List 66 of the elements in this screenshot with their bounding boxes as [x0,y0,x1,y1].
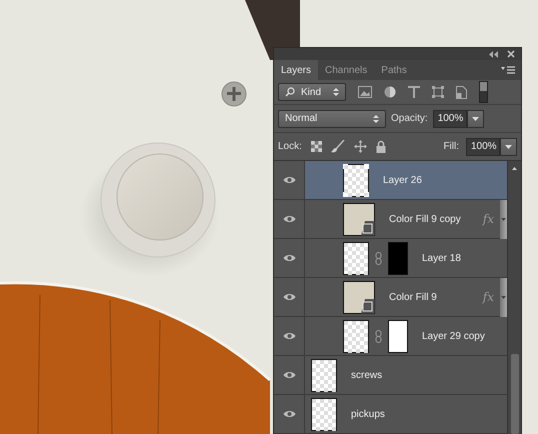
caret-icon [501,296,506,298]
layer-name: Color Fill 9 copy [389,214,461,224]
panel-tab[interactable]: Layers [274,60,318,80]
padlock-icon[interactable] [376,140,386,153]
updown-icon [373,114,379,124]
link-icon[interactable] [375,252,382,264]
menu-icon[interactable] [501,66,515,74]
layer-row[interactable]: screws [274,356,507,395]
layer-name: screws [351,370,382,380]
caret-icon [472,116,479,120]
smart-object-icon[interactable] [456,86,467,98]
eye-icon[interactable] [282,215,296,223]
filter-dropdown[interactable]: Kind [278,83,346,101]
transparent-layer-thumbnail [311,398,337,430]
filter-toggle[interactable] [479,81,488,103]
fill-field[interactable]: 100% [466,138,500,156]
scroll-up-icon[interactable] [512,167,517,170]
checkerboard-icon[interactable] [310,141,322,152]
close-icon[interactable] [507,50,515,58]
layer-row[interactable]: Layer 29 copy [274,317,507,356]
move-icon[interactable] [354,140,367,153]
fill-dropdown-button[interactable] [500,138,517,156]
layer-row[interactable]: Layer 26 [274,161,507,200]
eye-icon[interactable] [282,176,296,184]
color-fill-thumbnail [343,202,375,236]
search-icon [285,87,295,97]
layer-name: Layer 18 [422,252,461,264]
scrollbar-thumb[interactable] [510,354,518,434]
selected-layer-thumbnail [343,164,369,196]
layer-row[interactable]: Color Fill 9 copy fx [274,200,507,239]
screw-drawing [222,82,246,106]
layer-row[interactable]: pickups [274,395,507,434]
type-icon[interactable] [408,86,420,98]
adjustment-icon[interactable] [384,86,396,98]
shape-icon[interactable] [432,86,444,98]
layer-name: Color Fill 9 [389,292,437,302]
scrollbar[interactable] [507,161,521,434]
layer-row[interactable]: Layer 18 [274,239,507,278]
eye-icon[interactable] [282,371,296,379]
layer-name: Layer 29 copy [422,330,485,342]
eye-icon[interactable] [282,332,296,340]
caret-icon [505,144,512,148]
transparent-layer-thumbnail [343,320,369,352]
link-icon[interactable] [375,330,382,342]
opacity-label: Opacity: [391,113,428,124]
opacity-dropdown-button[interactable] [466,110,484,128]
layer-row[interactable]: Color Fill 9 fx [274,278,507,317]
brush-icon[interactable] [330,140,345,153]
caret-icon [501,218,506,220]
updown-icon [333,87,339,97]
collapse-icon[interactable] [489,50,499,58]
opacity-field[interactable]: 100% [432,110,467,128]
layer-name: pickups [351,408,385,420]
eye-icon[interactable] [282,293,296,301]
fill-label: Fill: [443,141,459,152]
layer-name: Layer 26 [383,174,422,186]
color-fill-thumbnail [343,280,375,314]
transparent-layer-thumbnail [311,358,337,392]
lock-label: Lock: [278,141,302,152]
image-icon[interactable] [358,86,372,98]
eye-icon[interactable] [282,254,296,262]
eye-icon[interactable] [282,410,296,418]
effects-expand-button[interactable] [500,200,507,238]
blend-mode-dropdown[interactable]: Normal [278,110,386,128]
effects-expand-button[interactable] [500,278,507,316]
transparent-layer-thumbnail [343,242,369,274]
